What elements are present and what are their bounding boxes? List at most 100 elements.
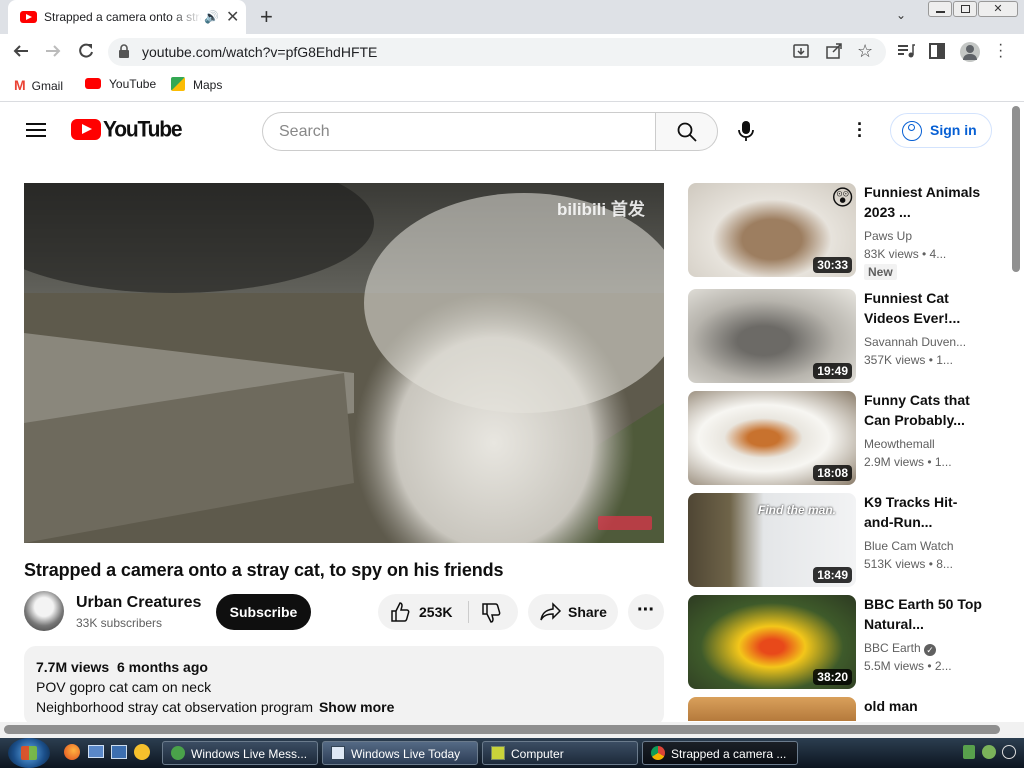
search-placeholder: Search: [279, 123, 330, 140]
rec-thumbnail-5[interactable]: 38:20: [688, 595, 856, 689]
rec-channel-1[interactable]: Paws Up: [864, 229, 912, 243]
network-tray-icon[interactable]: [963, 745, 975, 759]
sign-in-button[interactable]: Sign in: [890, 113, 992, 148]
rec-thumbnail-4[interactable]: Find the man. 18:49: [688, 493, 856, 587]
search-input[interactable]: Search: [262, 112, 656, 151]
account-icon: [902, 121, 922, 141]
rec-meta-4: 513K views • 8...: [864, 557, 953, 571]
video-title: Strapped a camera onto a stray cat, to s…: [24, 560, 504, 580]
video-frame: [24, 183, 664, 543]
settings-more-icon[interactable]: · · ·: [857, 115, 863, 145]
lock-icon[interactable]: [118, 44, 130, 58]
bookmark-youtube[interactable]: YouTube: [85, 77, 156, 91]
rec-channel-5[interactable]: BBC Earth ✓: [864, 641, 937, 656]
description-line-2: Neighborhood stray cat observation progr…: [36, 699, 394, 715]
tab-search-icon[interactable]: ⌄: [896, 8, 906, 22]
rec-title-1[interactable]: Funniest Animals 2023 ...: [864, 182, 984, 222]
like-button[interactable]: 253K: [378, 594, 468, 630]
subscribe-watermark-icon: [598, 516, 652, 530]
video-player[interactable]: bilibili 首发: [24, 183, 664, 543]
taskbar-item-computer[interactable]: Computer: [482, 741, 638, 765]
messenger-emoji-icon[interactable]: [134, 744, 150, 760]
show-more-link[interactable]: Show more: [319, 699, 394, 715]
rec-channel-2[interactable]: Savannah Duven...: [864, 335, 966, 349]
channel-name[interactable]: Urban Creatures: [76, 594, 201, 612]
share-button[interactable]: Share: [528, 594, 618, 630]
bookmark-star-icon[interactable]: ☆: [857, 41, 873, 62]
back-icon[interactable]: [12, 42, 30, 60]
description-stats: 7.7M views 6 months ago: [36, 659, 208, 675]
bookmark-maps[interactable]: Maps: [171, 77, 222, 92]
like-count: 253K: [419, 604, 453, 620]
taskbar-item-messenger[interactable]: Windows Live Mess...: [162, 741, 318, 765]
shocked-emoji-icon: 😲: [831, 185, 854, 210]
horizontal-scrollbar-thumb[interactable]: [4, 725, 1000, 734]
taskbar-item-live-today[interactable]: Windows Live Today: [322, 741, 478, 765]
media-control-icon[interactable]: [897, 43, 915, 59]
share-arrow-icon: [540, 602, 562, 622]
side-panel-icon[interactable]: [929, 43, 945, 59]
vertical-scrollbar-thumb[interactable]: [1012, 106, 1020, 272]
youtube-logo-text[interactable]: YouTube: [103, 117, 183, 142]
close-window-button[interactable]: ✕: [978, 1, 1018, 17]
chrome-icon: [651, 746, 665, 760]
share-page-icon[interactable]: [826, 43, 842, 59]
more-actions-button[interactable]: ···: [628, 594, 664, 630]
install-icon[interactable]: [793, 43, 809, 59]
rec-channel-3[interactable]: Meowthemall: [864, 437, 935, 451]
gmail-icon: M: [14, 77, 26, 93]
description-box[interactable]: 7.7M views 6 months ago POV gopro cat ca…: [24, 646, 664, 726]
rec-title-5[interactable]: BBC Earth 50 Top Natural...: [864, 594, 984, 634]
audio-playing-icon[interactable]: 🔊: [204, 10, 219, 24]
video-watermark: bilibili 首发: [557, 200, 645, 219]
youtube-icon: [85, 78, 101, 89]
microphone-icon[interactable]: [737, 120, 755, 142]
live-today-icon: [331, 746, 345, 760]
like-divider: [468, 601, 469, 623]
thumbs-down-icon[interactable]: [481, 603, 501, 623]
view-count: 7.7M views: [36, 659, 110, 675]
rec-title-2[interactable]: Funniest Cat Videos Ever!...: [864, 288, 984, 328]
forward-icon[interactable]: [44, 42, 62, 60]
share-label: Share: [568, 604, 607, 620]
firefox-icon[interactable]: [64, 744, 80, 760]
subscriber-count: 33K subscribers: [76, 616, 163, 630]
reload-icon[interactable]: [77, 42, 95, 60]
rec-thumbnail-6[interactable]: [688, 697, 856, 721]
windows-logo-icon: [21, 746, 37, 760]
rec-thumbnail-2[interactable]: 19:49: [688, 289, 856, 383]
rec-thumbnail-3[interactable]: 18:08: [688, 391, 856, 485]
switch-windows-icon[interactable]: [111, 745, 127, 759]
rec-title-4[interactable]: K9 Tracks Hit-and-Run...: [864, 492, 984, 532]
channel-avatar[interactable]: [24, 591, 64, 631]
youtube-favicon-icon: [20, 11, 37, 23]
subscribe-button[interactable]: Subscribe: [216, 594, 311, 630]
rec-title-6[interactable]: old man: [864, 696, 984, 716]
browser-tab[interactable]: Strapped a camera onto a stray cat, to s…: [8, 0, 246, 34]
clock-tray-icon[interactable]: [1002, 745, 1016, 759]
hamburger-menu-icon[interactable]: [26, 122, 46, 138]
rec-channel-4[interactable]: Blue Cam Watch: [864, 539, 954, 553]
rec-thumb-caption-4: Find the man.: [758, 503, 836, 517]
rec-meta-5: 5.5M views • 2...: [864, 659, 952, 673]
new-tab-icon[interactable]: +: [260, 4, 273, 30]
youtube-logo-icon[interactable]: [71, 119, 101, 140]
rec-thumbnail-1[interactable]: 😲 30:33: [688, 183, 856, 277]
chrome-menu-icon[interactable]: · · ·: [998, 37, 1003, 65]
profile-icon[interactable]: [960, 42, 980, 62]
show-desktop-icon[interactable]: [88, 745, 104, 758]
minimize-button[interactable]: [928, 1, 952, 17]
bookmark-gmail[interactable]: M Gmail: [14, 77, 63, 93]
taskbar-item-chrome[interactable]: Strapped a camera ...: [642, 741, 798, 765]
taskbar-item-label: Strapped a camera ...: [671, 747, 787, 761]
search-icon: [677, 122, 697, 142]
search-button[interactable]: [655, 112, 718, 151]
more-horizontal-icon: ···: [637, 599, 655, 621]
messenger-tray-icon[interactable]: [982, 745, 996, 759]
restore-button[interactable]: [953, 1, 977, 17]
verified-icon: ✓: [924, 644, 937, 656]
start-button[interactable]: [8, 738, 50, 768]
rec-title-3[interactable]: Funny Cats that Can Probably...: [864, 390, 984, 430]
close-tab-icon[interactable]: ✕: [226, 7, 239, 27]
url-text[interactable]: youtube.com/watch?v=pfG8EhdHFTE: [142, 44, 442, 60]
